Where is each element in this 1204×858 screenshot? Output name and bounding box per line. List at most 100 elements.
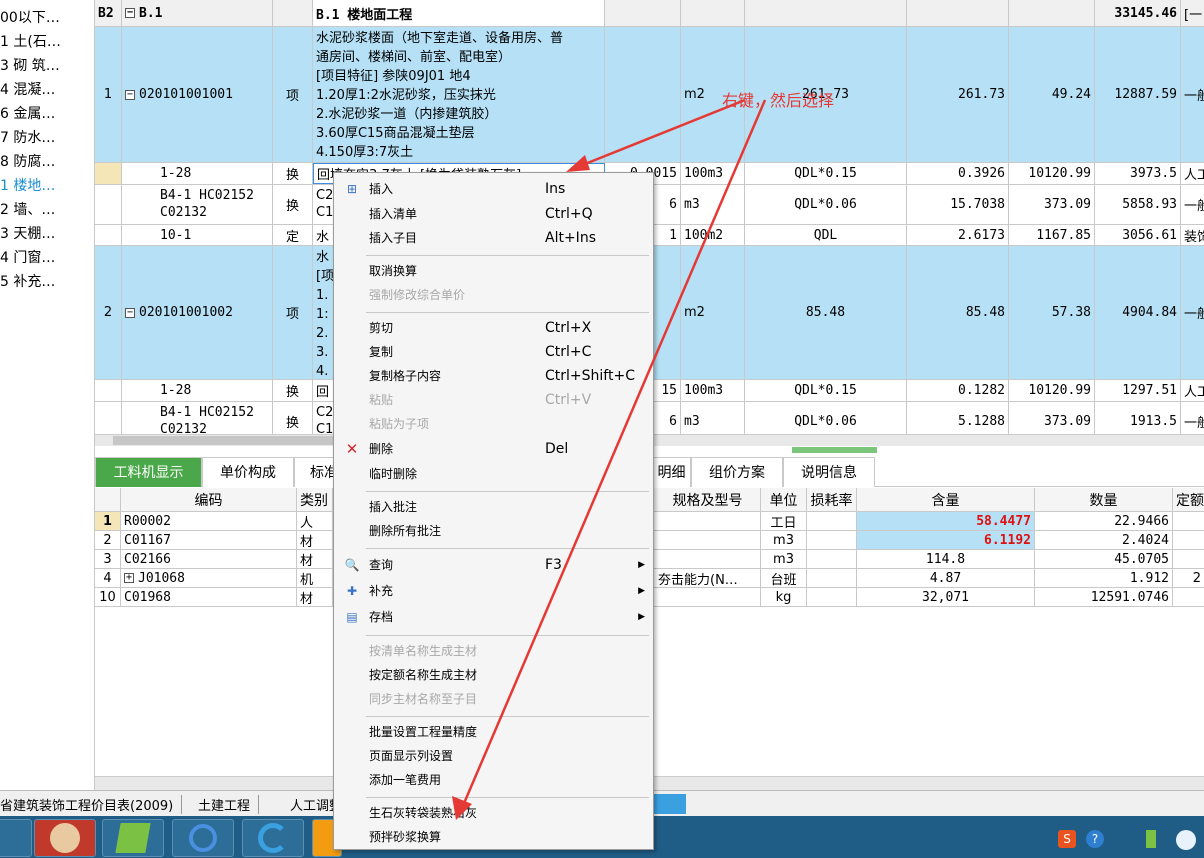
menu-item-insert-comment[interactable]: 插入批注	[334, 495, 653, 519]
quota-qty-expr[interactable]: QDL	[745, 225, 907, 245]
resource-content[interactable]: 4.87	[857, 569, 1035, 587]
tab-details[interactable]: 明细	[653, 457, 691, 487]
col-header-loss[interactable]: 损耗率	[807, 488, 857, 511]
code-line: C02132	[160, 205, 207, 220]
menu-item-supplement[interactable]: ✚ 补充 ▶	[334, 579, 653, 603]
tree-item[interactable]: 5 补充…	[0, 270, 95, 294]
quota-code: 1-28	[122, 163, 273, 184]
menu-item-copy[interactable]: 复制 Ctrl+C	[334, 340, 653, 364]
taskbar-tool-icon[interactable]	[172, 819, 234, 857]
section-row[interactable]: B2 − B.1 B.1 楼地面工程 33145.46 [一	[95, 0, 1204, 27]
resource-content[interactable]: 58.4477	[857, 512, 1035, 530]
submenu-arrow-icon: ▶	[638, 586, 645, 596]
expand-icon[interactable]: +	[124, 573, 134, 583]
resource-fixed: 2	[1192, 570, 1201, 586]
quota-qty-expr[interactable]: QDL*0.15	[745, 380, 907, 401]
resource-content[interactable]: 32,071	[857, 588, 1035, 606]
item-description[interactable]: 水泥砂浆楼面（地下室走道、设备用房、普 通房间、楼梯间、前室、配电室） [项目特…	[313, 27, 605, 162]
tab-pricing-scheme[interactable]: 组价方案	[691, 457, 783, 487]
menu-item-temp-delete[interactable]: 临时删除	[334, 462, 653, 486]
section-coef	[605, 0, 681, 26]
tree-item[interactable]: 4 混凝…	[0, 78, 95, 102]
menu-item-insert[interactable]: ⊞ 插入 Ins	[334, 177, 653, 201]
archive-icon: ▤	[346, 610, 358, 624]
resource-unit: kg	[761, 588, 807, 606]
splitter-handle[interactable]	[792, 447, 877, 453]
network-icon[interactable]	[1176, 830, 1196, 850]
row-seq	[95, 402, 122, 434]
quota-qty-expr[interactable]: QDL*0.15	[745, 163, 907, 184]
resource-content[interactable]: 114.8	[857, 550, 1035, 568]
item-price: 57.38	[1009, 246, 1095, 379]
quota-qty: 2.6173	[907, 225, 1009, 245]
tree-item[interactable]: 2 墙、…	[0, 198, 95, 222]
collapse-icon[interactable]: −	[125, 8, 135, 18]
tree-item[interactable]: 3 砌 筑…	[0, 54, 95, 78]
tree-item[interactable]: 1 土(石…	[0, 30, 95, 54]
menu-item-quicklime-conversion[interactable]: 生石灰转袋装熟石灰	[334, 801, 653, 825]
menu-item-batch-precision[interactable]: 批量设置工程量精度	[334, 720, 653, 744]
menu-item-cut[interactable]: 剪切 Ctrl+X	[334, 316, 653, 340]
col-header-fixed[interactable]: 定额	[1173, 488, 1204, 511]
menu-item-delete-all-comments[interactable]: 删除所有批注	[334, 519, 653, 543]
menu-item-cancel-conversion[interactable]: 取消换算	[334, 259, 653, 283]
supplement-icon: ✚	[346, 584, 358, 598]
section-qty	[907, 0, 1009, 26]
resource-type: 材	[297, 550, 333, 568]
menu-item-insert-sub[interactable]: 插入子目 Alt+Ins	[334, 226, 653, 250]
tab-labor-material-machine[interactable]: 工料机显示	[95, 457, 202, 487]
tree-item[interactable]: 7 防水…	[0, 126, 95, 150]
tree-item[interactable]: 3 天棚…	[0, 222, 95, 246]
quota-qty: 5.1288	[907, 402, 1009, 434]
col-header-type[interactable]: 类别	[297, 488, 333, 511]
resource-content[interactable]: 6.1192	[857, 531, 1035, 549]
delete-icon: ✕	[345, 440, 359, 458]
help-icon[interactable]: ?	[1086, 830, 1104, 848]
insert-icon: ⊞	[346, 182, 358, 196]
menu-item-gen-main-by-quota[interactable]: 按定额名称生成主材	[334, 663, 653, 687]
tree-item[interactable]: 00以下…	[0, 6, 95, 30]
col-header-qty[interactable]: 数量	[1035, 488, 1173, 511]
menu-item-add-fee[interactable]: 添加一笔费用	[334, 768, 653, 792]
tree-item-selected[interactable]: 1 楼地…	[0, 174, 95, 198]
taskbar-app-icon[interactable]	[0, 819, 32, 857]
quota-qty-expr[interactable]: QDL*0.06	[745, 402, 907, 434]
menu-item-copy-cell[interactable]: 复制格子内容 Ctrl+Shift+C	[334, 364, 653, 388]
collapse-icon[interactable]: −	[125, 89, 135, 100]
menu-item-insert-bill[interactable]: 插入清单 Ctrl+Q	[334, 202, 653, 226]
row-seq	[95, 380, 122, 401]
col-header-content[interactable]: 含量	[857, 488, 1035, 511]
resource-spec	[655, 531, 761, 549]
tab-notes[interactable]: 说明信息	[783, 457, 875, 487]
taskbar-gld-icon[interactable]	[102, 819, 164, 857]
tree-item[interactable]: 8 防腐…	[0, 150, 95, 174]
tree-item[interactable]: 4 门窗…	[0, 246, 95, 270]
section-qty-expr	[745, 0, 907, 26]
resource-loss	[807, 569, 857, 587]
col-header-seq	[95, 488, 121, 511]
resource-qty: 2.4024	[1035, 531, 1173, 549]
row-seq: 1	[95, 512, 121, 530]
collapse-icon[interactable]: −	[125, 307, 135, 318]
taskbar-avatar-icon[interactable]	[34, 819, 96, 857]
col-header-unit[interactable]: 单位	[761, 488, 807, 511]
menu-item-column-settings[interactable]: 页面显示列设置	[334, 744, 653, 768]
menu-item-delete[interactable]: ✕ 删除 Del	[334, 437, 653, 461]
tree-item[interactable]: 6 金属…	[0, 102, 95, 126]
item-qty-expr[interactable]: 85.48	[745, 246, 907, 379]
taskbar-g-icon[interactable]	[242, 819, 304, 857]
bill-item-row[interactable]: 1 −020101001001 项 水泥砂浆楼面（地下室走道、设备用房、普 通房…	[95, 27, 1204, 163]
col-header-spec[interactable]: 规格及型号	[655, 488, 761, 511]
quota-qty-expr[interactable]: QDL*0.06	[745, 185, 907, 224]
query-icon: 🔍	[344, 558, 360, 572]
menu-item-mortar-conversion[interactable]: 预拌砂浆换算	[334, 825, 653, 849]
input-method-icon[interactable]: S	[1058, 830, 1076, 848]
resource-qty: 12591.0746	[1035, 588, 1173, 606]
item-code: 020101001002	[139, 305, 233, 320]
tab-unit-price[interactable]: 单价构成	[202, 457, 294, 487]
quota-total: 3056.61	[1095, 225, 1181, 245]
resource-code: J01068	[138, 570, 185, 586]
col-header-code[interactable]: 编码	[121, 488, 297, 511]
menu-item-archive[interactable]: ▤ 存档 ▶	[334, 605, 653, 629]
menu-item-query[interactable]: 🔍 查询 F3 ▶	[334, 553, 653, 577]
